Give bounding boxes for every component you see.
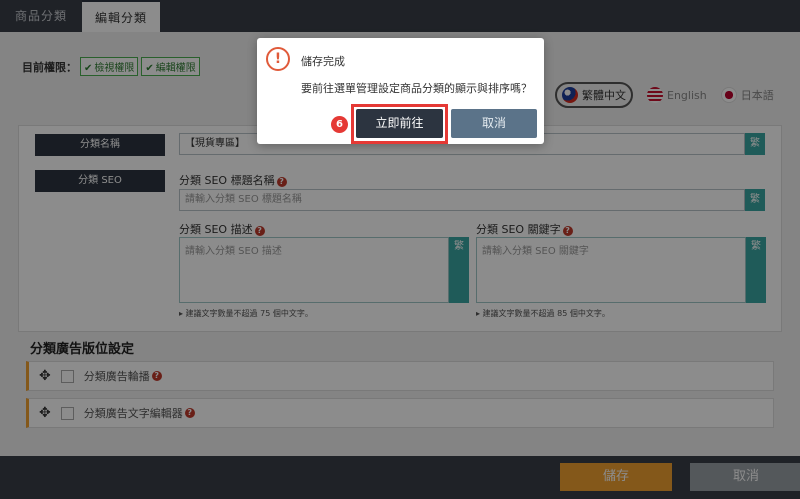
step-number-badge: 6 — [331, 116, 348, 133]
dialog-title: 儲存完成 — [301, 55, 345, 68]
dialog-cancel-button[interactable]: 取消 — [451, 109, 537, 138]
warning-icon: ! — [266, 47, 290, 71]
go-now-button[interactable]: 立即前往 — [356, 109, 443, 138]
dialog-message: 要前往選單管理設定商品分類的顯示與排序嗎？ — [301, 82, 532, 95]
